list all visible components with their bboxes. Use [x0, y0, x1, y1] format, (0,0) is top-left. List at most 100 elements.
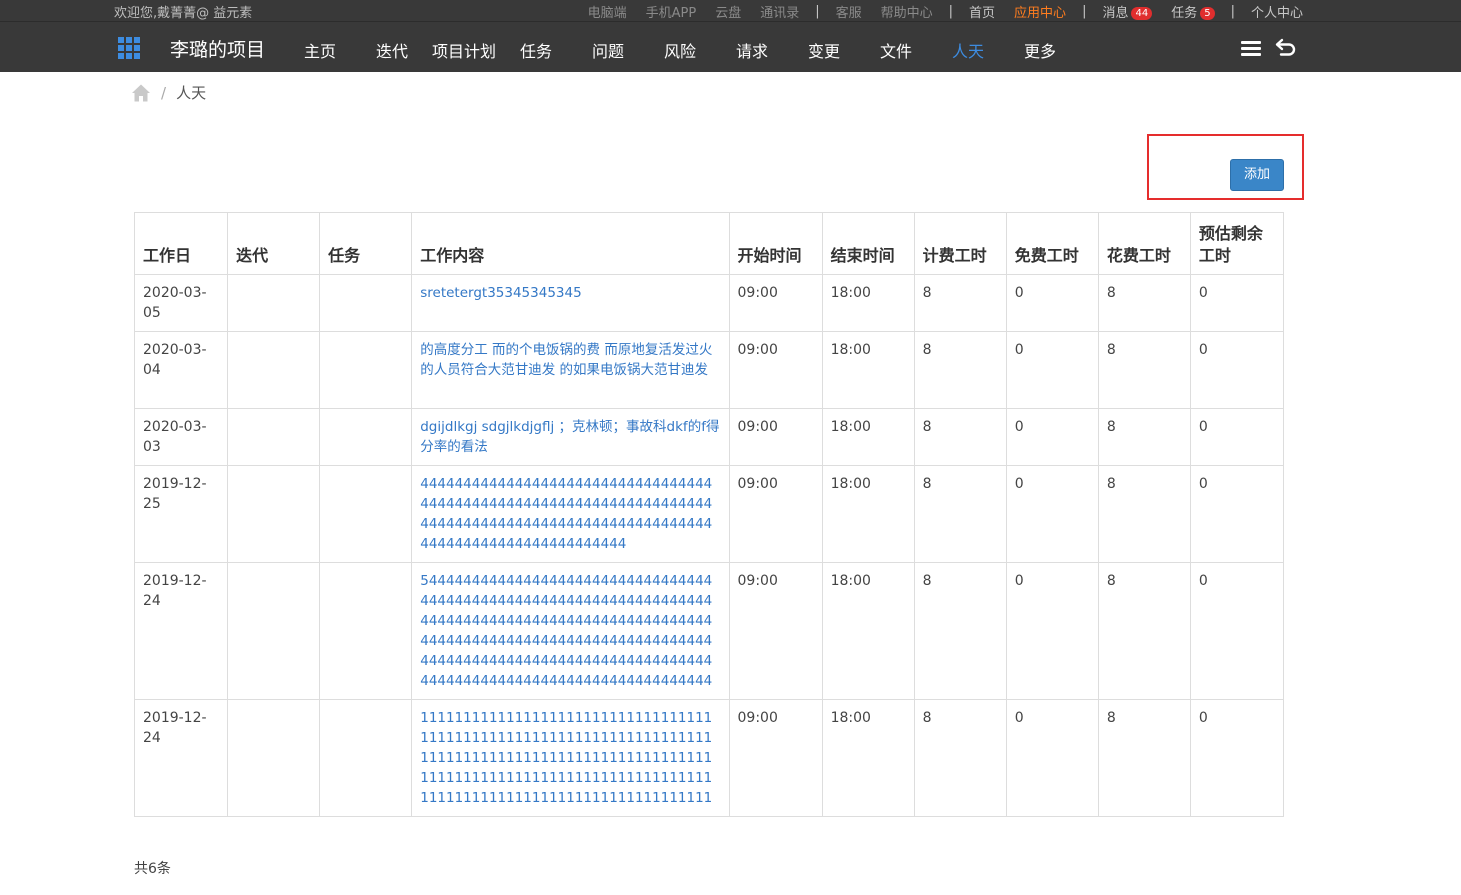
table-row: 2019-12-24 54444444444444444444444444444… — [133, 562, 1285, 700]
cell-date: 2020-03-04 — [133, 331, 229, 409]
column-header-start[interactable]: 开始时间 — [728, 212, 823, 275]
cell-iteration — [227, 274, 321, 332]
cell-iteration — [227, 331, 321, 409]
cell-spent: 8 — [1097, 699, 1191, 817]
column-header-remaining[interactable]: 预估剩余工时 — [1189, 212, 1285, 275]
cell-end: 18:00 — [821, 331, 915, 409]
tasks-label: 任务 — [1171, 6, 1198, 21]
tasks-link[interactable]: 任务 5 — [1171, 2, 1215, 21]
messages-link[interactable]: 消息 44 — [1102, 2, 1153, 21]
cell-billable: 8 — [913, 699, 1007, 817]
cell-free: 0 — [1005, 274, 1099, 332]
cell-free: 0 — [1005, 562, 1099, 700]
cell-free: 0 — [1005, 331, 1099, 409]
cell-start: 09:00 — [728, 699, 823, 817]
messages-count-badge: 44 — [1131, 7, 1153, 20]
divider: | — [1082, 4, 1087, 19]
cell-start: 09:00 — [728, 465, 823, 563]
column-header-free[interactable]: 免费工时 — [1005, 212, 1099, 275]
cell-spent: 8 — [1097, 274, 1191, 332]
add-button[interactable]: 添加 — [1230, 159, 1284, 191]
nav-item-iteration[interactable]: 迭代 — [356, 38, 428, 62]
main-navbar: 李璐的项目 主页 迭代 项目计划 任务 问题 风险 请求 变更 文件 人天 更多 — [0, 21, 1461, 72]
nav-item-requests[interactable]: 请求 — [716, 38, 788, 62]
service-link[interactable]: 客服 — [836, 2, 862, 21]
cell-content-link[interactable]: 5444444444444444444444444444444444444444… — [411, 562, 730, 700]
cell-spent: 8 — [1097, 562, 1191, 700]
cell-billable: 8 — [913, 274, 1007, 332]
nav-item-changes[interactable]: 变更 — [788, 38, 860, 62]
cell-iteration — [227, 408, 321, 466]
cell-free: 0 — [1005, 408, 1099, 466]
cell-date: 2019-12-25 — [133, 465, 229, 563]
cell-remaining: 0 — [1189, 331, 1285, 409]
cell-content-link[interactable]: dgijdlkgj sdgjlkdjgflj ；克林顿；事故科dkf的f得分率的… — [411, 408, 730, 466]
column-header-billable[interactable]: 计费工时 — [913, 212, 1007, 275]
cell-task — [319, 562, 413, 700]
cell-content-link[interactable]: sretetergt35345345345 — [411, 274, 730, 332]
home-icon[interactable] — [131, 83, 151, 103]
cell-billable: 8 — [913, 331, 1007, 409]
column-header-date[interactable]: 工作日 — [133, 212, 229, 275]
cell-iteration — [227, 465, 321, 563]
project-title[interactable]: 李璐的项目 — [170, 35, 265, 62]
nav-item-project-plan[interactable]: 项目计划 — [428, 38, 500, 62]
cell-remaining: 0 — [1189, 699, 1285, 817]
cell-date: 2019-12-24 — [133, 562, 229, 700]
cell-spent: 8 — [1097, 408, 1191, 466]
nav-item-more[interactable]: 更多 — [1004, 38, 1076, 62]
cell-start: 09:00 — [728, 274, 823, 332]
desktop-link[interactable]: 电脑端 — [588, 2, 627, 21]
cell-spent: 8 — [1097, 331, 1191, 409]
nav-item-home[interactable]: 主页 — [284, 38, 356, 62]
contacts-link[interactable]: 通讯录 — [760, 2, 799, 21]
column-header-spent[interactable]: 花费工时 — [1097, 212, 1191, 275]
cell-task — [319, 465, 413, 563]
cell-free: 0 — [1005, 699, 1099, 817]
nav-item-man-days[interactable]: 人天 — [932, 38, 1004, 62]
nav-item-files[interactable]: 文件 — [860, 38, 932, 62]
app-center-link[interactable]: 应用中心 — [1014, 2, 1066, 21]
nav-item-tasks[interactable]: 任务 — [500, 38, 572, 62]
home-link[interactable]: 首页 — [969, 2, 995, 21]
cell-end: 18:00 — [821, 408, 915, 466]
cell-spent: 8 — [1097, 465, 1191, 563]
cell-billable: 8 — [913, 465, 1007, 563]
column-header-iteration[interactable]: 迭代 — [227, 212, 321, 275]
cell-content-link[interactable]: 4444444444444444444444444444444444444444… — [411, 465, 730, 563]
apps-grid-icon[interactable] — [118, 37, 140, 59]
cloud-disk-link[interactable]: 云盘 — [715, 2, 741, 21]
cell-content-link[interactable]: 1111111111111111111111111111111111111111… — [411, 699, 730, 817]
back-arrow-icon[interactable] — [1274, 36, 1298, 60]
cell-date: 2020-03-03 — [133, 408, 229, 466]
help-center-link[interactable]: 帮助中心 — [881, 2, 933, 21]
cell-end: 18:00 — [821, 465, 915, 563]
cell-start: 09:00 — [728, 331, 823, 409]
nav-item-risks[interactable]: 风险 — [644, 38, 716, 62]
cell-iteration — [227, 562, 321, 700]
tasks-count-badge: 5 — [1200, 7, 1215, 20]
mobile-app-link[interactable]: 手机APP — [646, 2, 697, 21]
column-header-end[interactable]: 结束时间 — [821, 212, 915, 275]
personal-center-link[interactable]: 个人中心 — [1251, 2, 1303, 21]
breadcrumb-current: 人天 — [176, 84, 207, 102]
cell-content-link[interactable]: 的高度分工 而的个电饭锅的费 而原地复活发过火 的人员符合大范甘迪发 的如果电饭… — [411, 331, 730, 409]
cell-date: 2019-12-24 — [133, 699, 229, 817]
cell-date: 2020-03-05 — [133, 274, 229, 332]
nav-item-issues[interactable]: 问题 — [572, 38, 644, 62]
total-count: 共6条 — [134, 861, 171, 877]
column-header-content[interactable]: 工作内容 — [411, 212, 730, 275]
hamburger-menu-icon[interactable] — [1241, 41, 1261, 57]
cell-start: 09:00 — [728, 408, 823, 466]
cell-iteration — [227, 699, 321, 817]
table-row: 2019-12-25 44444444444444444444444444444… — [133, 465, 1285, 563]
top-links: 电脑端 手机APP 云盘 通讯录 | 客服 帮助中心 | 首页 应用中心 | 消… — [569, 2, 1303, 21]
cell-billable: 8 — [913, 562, 1007, 700]
column-header-task[interactable]: 任务 — [319, 212, 413, 275]
table-row: 2019-12-24 11111111111111111111111111111… — [133, 699, 1285, 817]
cell-task — [319, 274, 413, 332]
table-row: 2020-03-03 dgijdlkgj sdgjlkdjgflj ；克林顿；事… — [133, 408, 1285, 466]
breadcrumb: / 人天 — [131, 82, 206, 103]
cell-remaining: 0 — [1189, 562, 1285, 700]
man-days-table: 工作日 迭代 任务 工作内容 开始时间 结束时间 计费工时 免费工时 花费工时 … — [133, 212, 1285, 817]
